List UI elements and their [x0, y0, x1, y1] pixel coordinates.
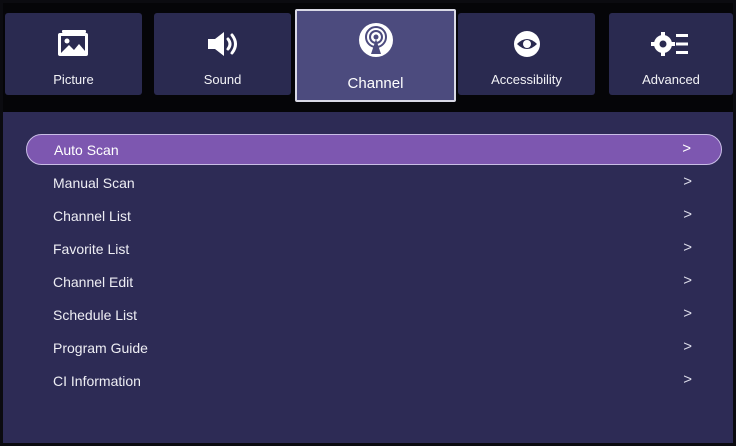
eye-icon	[458, 27, 595, 61]
chevron-right-icon: >	[682, 140, 691, 157]
menu-item-manual-scan[interactable]: Manual Scan >	[26, 167, 722, 198]
chevron-right-icon: >	[683, 173, 692, 190]
tab-accessibility[interactable]: Accessibility	[458, 13, 595, 95]
menu-item-label: Program Guide	[53, 340, 148, 356]
tab-sound[interactable]: Sound	[154, 13, 291, 95]
menu-item-label: Schedule List	[53, 307, 138, 323]
antenna-icon	[297, 23, 454, 57]
chevron-right-icon: >	[683, 206, 692, 223]
menu-item-label: Channel List	[53, 208, 131, 224]
menu-item-label: CI Information	[53, 373, 141, 389]
gear-list-icon	[609, 27, 733, 61]
category-tab-bar: Picture Sound Channel Accessibility Adva…	[3, 3, 733, 112]
tab-advanced[interactable]: Advanced	[609, 13, 733, 95]
picture-icon	[5, 27, 142, 61]
chevron-right-icon: >	[683, 371, 692, 388]
chevron-right-icon: >	[683, 305, 692, 322]
tab-label: Advanced	[642, 72, 700, 87]
menu-item-channel-list[interactable]: Channel List >	[26, 200, 722, 231]
tv-settings-screen: Picture Sound Channel Accessibility Adva…	[3, 3, 733, 443]
chevron-right-icon: >	[683, 338, 692, 355]
menu-item-label: Auto Scan	[54, 142, 119, 158]
tab-label: Sound	[203, 72, 242, 87]
tab-channel[interactable]: Channel	[295, 9, 456, 102]
menu-item-auto-scan[interactable]: Auto Scan >	[26, 134, 722, 165]
tab-picture[interactable]: Picture	[5, 13, 142, 95]
menu-item-label: Favorite List	[53, 241, 130, 257]
menu-item-ci-information[interactable]: CI Information >	[26, 365, 722, 396]
menu-item-label: Channel Edit	[53, 274, 134, 290]
tab-label: Accessibility	[491, 72, 562, 87]
chevron-right-icon: >	[683, 272, 692, 289]
speaker-icon	[154, 27, 291, 61]
menu-item-schedule-list[interactable]: Schedule List >	[26, 299, 722, 330]
tab-label: Picture	[53, 72, 94, 87]
menu-item-label: Manual Scan	[53, 175, 135, 191]
tab-label: Channel	[347, 75, 404, 92]
chevron-right-icon: >	[683, 239, 692, 256]
menu-item-program-guide[interactable]: Program Guide >	[26, 332, 722, 363]
menu-item-channel-edit[interactable]: Channel Edit >	[26, 266, 722, 297]
menu-item-favorite-list[interactable]: Favorite List >	[26, 233, 722, 264]
